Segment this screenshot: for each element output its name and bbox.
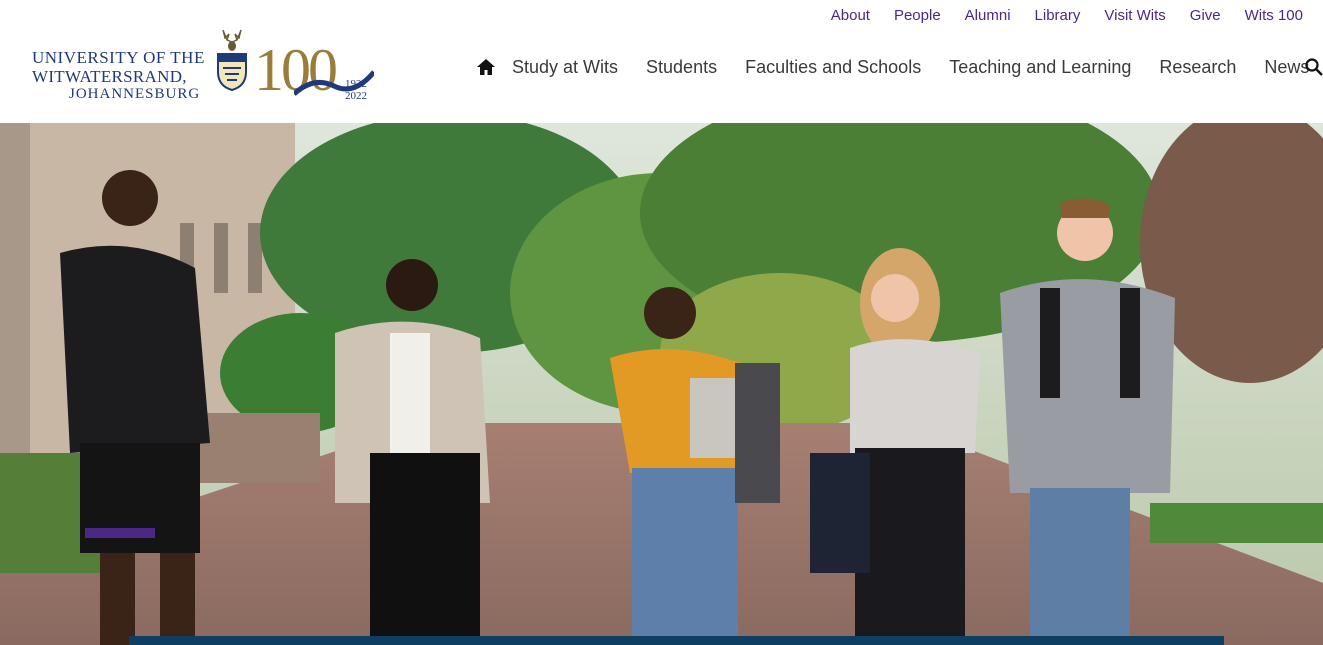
- utility-link-alumni[interactable]: Alumni: [965, 7, 1011, 25]
- year-start: 1922: [345, 78, 367, 90]
- hero-photo-students-walking: [0, 123, 1323, 645]
- year-end: 2022: [345, 90, 367, 102]
- main-nav: Study at Wits Students Faculties and Sch…: [476, 56, 1323, 78]
- utility-nav: About People Alumni Library Visit Wits G…: [807, 7, 1303, 25]
- home-icon[interactable]: [476, 57, 496, 77]
- utility-link-people[interactable]: People: [894, 7, 941, 25]
- nav-study-at-wits[interactable]: Study at Wits: [512, 56, 618, 78]
- utility-link-wits-100[interactable]: Wits 100: [1245, 7, 1303, 25]
- logo-line-3: JOHANNESBURG: [69, 86, 201, 102]
- nav-faculties-and-schools[interactable]: Faculties and Schools: [745, 56, 921, 78]
- nav-research[interactable]: Research: [1159, 56, 1236, 78]
- logo-wordmark: UNIVERSITY OF THE WITWATERSRAND, JOHANNE…: [32, 48, 205, 103]
- utility-link-about[interactable]: About: [831, 7, 870, 25]
- hero-caption-bar: [129, 636, 1224, 645]
- university-logo[interactable]: UNIVERSITY OF THE WITWATERSRAND, JOHANNE…: [32, 28, 377, 106]
- utility-link-give[interactable]: Give: [1190, 7, 1221, 25]
- crest-icon: [217, 29, 247, 92]
- nav-students[interactable]: Students: [646, 56, 717, 78]
- centenary-years: 1922 2022: [345, 78, 367, 102]
- utility-link-visit-wits[interactable]: Visit Wits: [1104, 7, 1165, 25]
- nav-teaching-and-learning[interactable]: Teaching and Learning: [949, 56, 1131, 78]
- search-icon[interactable]: [1305, 58, 1323, 76]
- utility-link-library[interactable]: Library: [1035, 7, 1081, 25]
- nav-news[interactable]: News: [1264, 56, 1309, 78]
- logo-line-2: WITWATERSRAND,: [32, 67, 187, 86]
- hero-image: [0, 123, 1323, 645]
- site-header: About People Alumni Library Visit Wits G…: [0, 0, 1323, 123]
- logo-line-1: UNIVERSITY OF THE: [32, 48, 205, 67]
